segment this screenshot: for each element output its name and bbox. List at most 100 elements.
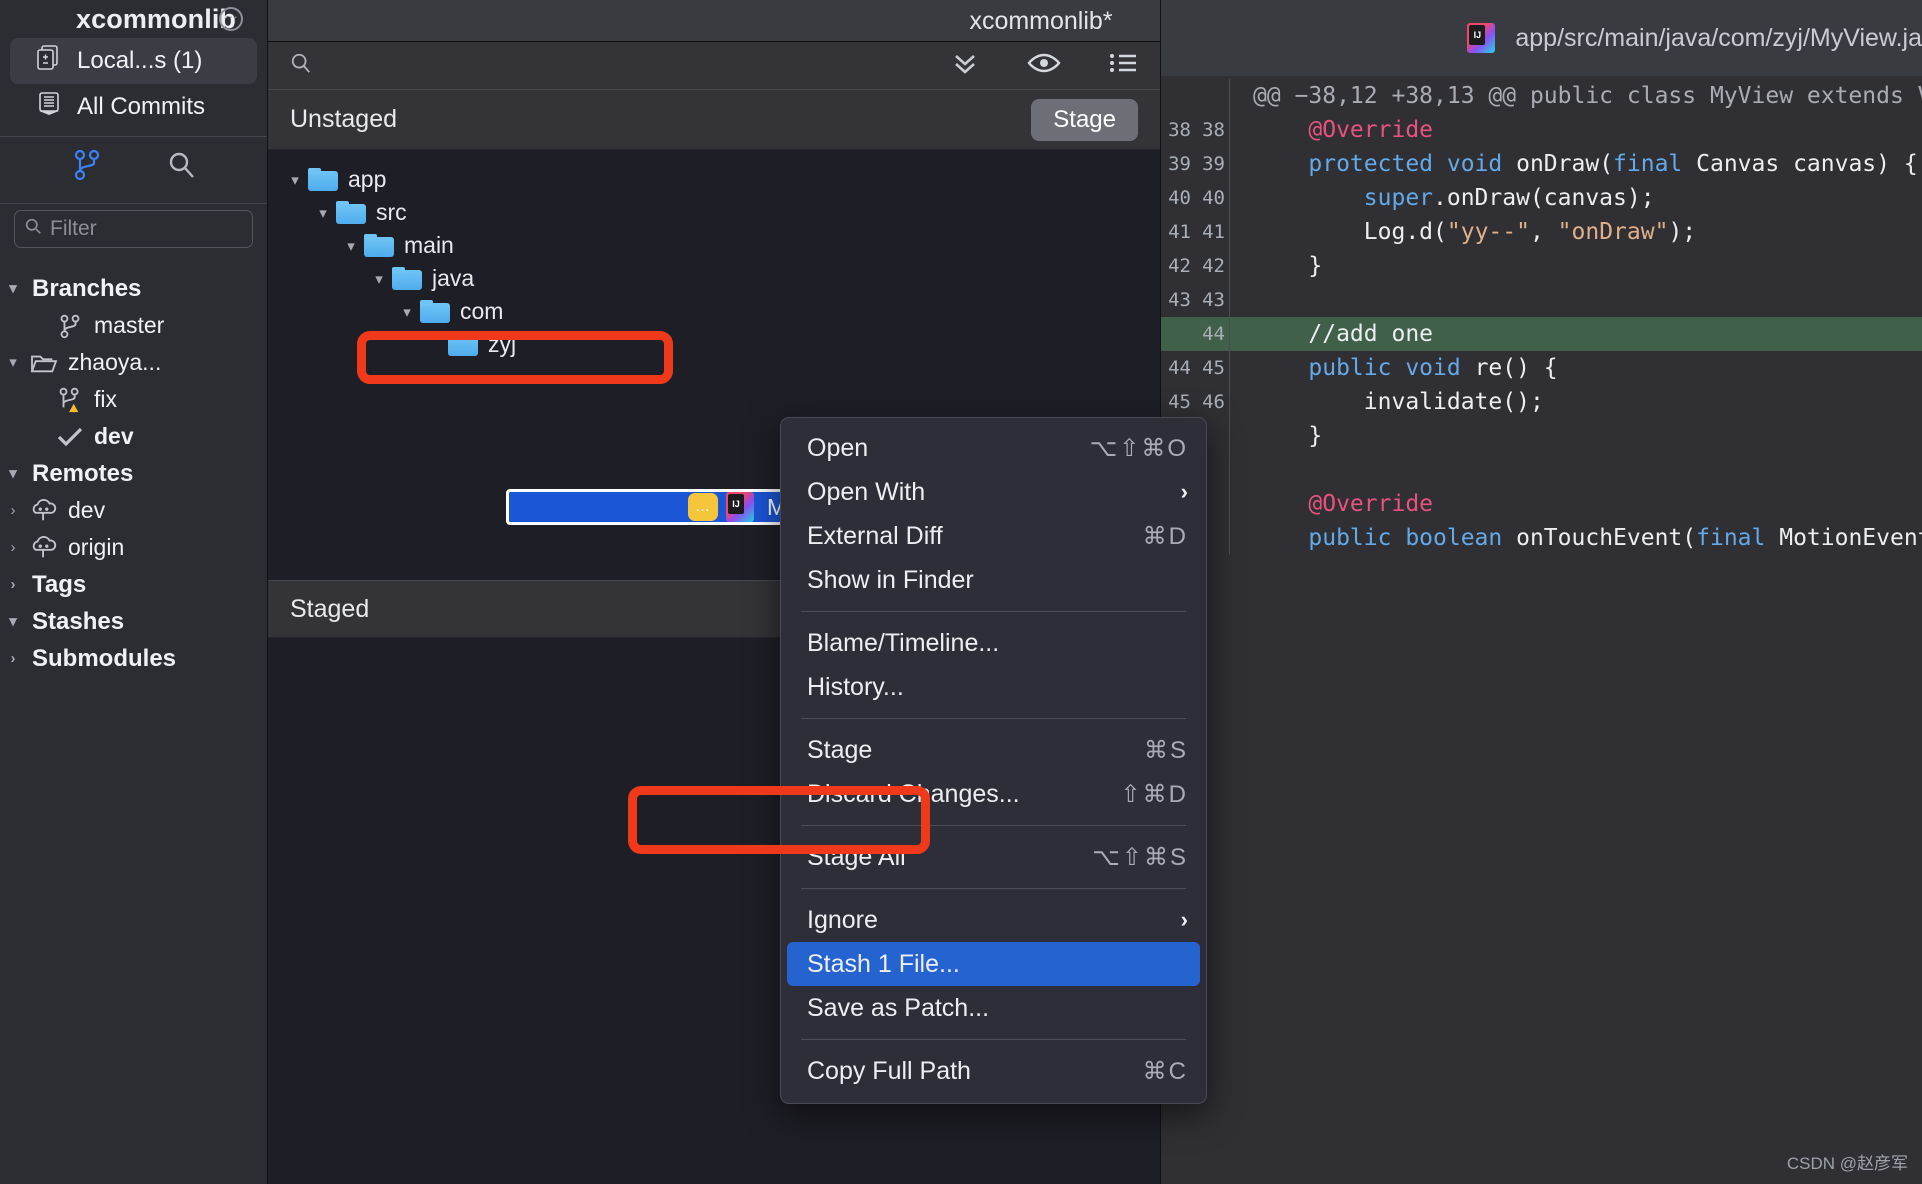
stage-button[interactable]: Stage <box>1031 98 1138 141</box>
sidebar: xcommonlib ··· Local...s (1) All Commits <box>0 0 268 1184</box>
menu-label: Open With <box>807 477 926 506</box>
tree-folder-com[interactable]: ▾ com <box>268 295 1160 328</box>
tree-group-branches[interactable]: ▾ Branches <box>0 270 267 307</box>
tree-label: Submodules <box>32 644 177 672</box>
menu-label: Stage <box>807 735 873 764</box>
folder-label: app <box>348 166 387 192</box>
menu-item-stage-all[interactable]: Stage All ⌥⇧⌘S <box>781 835 1206 879</box>
menu-item-ignore[interactable]: Ignore › <box>781 898 1206 942</box>
modified-status-badge: … <box>688 493 718 521</box>
chevron-right-icon[interactable]: › <box>0 503 26 518</box>
folder-label: zyj <box>488 331 517 357</box>
tree-item-fix[interactable]: fix <box>0 381 267 418</box>
menu-item-external-diff[interactable]: External Diff ⌘D <box>781 514 1206 558</box>
chevron-down-icon[interactable]: ▾ <box>394 303 420 321</box>
sidebar-item-local-changes[interactable]: Local...s (1) <box>10 38 257 84</box>
gutter-new: 42 <box>1202 255 1225 277</box>
chevron-right-icon[interactable]: › <box>0 577 26 592</box>
chevron-down-icon[interactable]: ▾ <box>338 237 364 255</box>
diff-line: 45 46 invalidate(); <box>1161 385 1922 419</box>
menu-item-history[interactable]: History... <box>781 665 1206 709</box>
menu-item-blame-timeline[interactable]: Blame/Timeline... <box>781 621 1206 665</box>
menu-shortcut: ⌥⇧⌘O <box>1089 434 1188 462</box>
menu-divider <box>801 825 1186 826</box>
tree-folder-java[interactable]: ▾ java <box>268 262 1160 295</box>
folder-label: main <box>404 232 454 258</box>
tree-item-master[interactable]: master <box>0 307 267 344</box>
menu-shortcut: ⌘C <box>1142 1057 1188 1085</box>
filter-container <box>0 204 267 258</box>
search-icon <box>25 217 42 241</box>
folder-icon <box>420 300 450 323</box>
menu-divider <box>801 1039 1186 1040</box>
menu-label: Discard Changes... <box>807 779 1020 808</box>
tree-item-dev[interactable]: dev <box>0 418 267 455</box>
cloud-branch-icon <box>26 535 62 561</box>
menu-item-show-in-finder[interactable]: Show in Finder <box>781 558 1206 602</box>
tree-group-tags[interactable]: › Tags <box>0 566 267 603</box>
folder-label: src <box>376 199 407 225</box>
ellipsis-icon[interactable]: ··· <box>219 7 243 31</box>
file-search-field[interactable] <box>290 52 930 79</box>
tree-label: dev <box>94 423 134 449</box>
gutter-old: 40 <box>1168 187 1191 209</box>
sidebar-item-all-commits[interactable]: All Commits <box>10 84 257 130</box>
staged-title: Staged <box>290 594 370 623</box>
tree-label: master <box>94 312 165 338</box>
tree-item-remote-origin[interactable]: › origin <box>0 529 267 566</box>
filter-input[interactable] <box>50 217 242 241</box>
tree-group-remotes[interactable]: ▾ Remotes <box>0 455 267 492</box>
tree-item-zhaoya[interactable]: ▾ zhaoya... <box>0 344 267 381</box>
menu-item-stage[interactable]: Stage ⌘S <box>781 728 1206 772</box>
chevron-down-icon[interactable]: ▾ <box>0 281 26 296</box>
gutter-new: 44 <box>1202 323 1225 345</box>
tree-label: Branches <box>32 274 142 302</box>
collapse-all-icon[interactable] <box>950 50 980 81</box>
menu-label: Open <box>807 433 869 462</box>
diff-line: 40 40 super.onDraw(canvas); <box>1161 181 1922 215</box>
menu-item-save-as-patch[interactable]: Save as Patch... <box>781 986 1206 1030</box>
center-titlebar-strip <box>268 0 1160 42</box>
eye-icon[interactable] <box>1027 51 1061 80</box>
hunk-header-text: @@ −38,12 +38,13 @@ public class MyView … <box>1253 83 1922 109</box>
menu-item-open[interactable]: Open ⌥⇧⌘O <box>781 426 1206 470</box>
code-text: @Override <box>1253 117 1434 143</box>
chevron-right-icon[interactable]: › <box>0 540 26 555</box>
branch-icon[interactable] <box>72 149 102 186</box>
menu-item-discard-changes[interactable]: Discard Changes... ⇧⌘D <box>781 772 1206 816</box>
code-text: @Override <box>1253 491 1434 517</box>
tree-group-stashes[interactable]: ▾ Stashes <box>0 603 267 640</box>
chevron-down-icon[interactable]: ▾ <box>0 614 26 629</box>
tree-folder-app[interactable]: ▾ app <box>268 163 1160 196</box>
chevron-down-icon[interactable]: ▾ <box>310 204 336 222</box>
menu-item-stash-1-file[interactable]: Stash 1 File... <box>787 942 1200 986</box>
tree-folder-zyj[interactable]: zyj <box>268 328 1160 361</box>
list-view-icon[interactable] <box>1108 51 1138 80</box>
chevron-down-icon[interactable]: ▾ <box>0 466 26 481</box>
tree-group-submodules[interactable]: › Submodules <box>0 640 267 677</box>
chevron-down-icon[interactable]: ▾ <box>0 355 26 370</box>
code-text: } <box>1253 253 1323 279</box>
filter-box[interactable] <box>14 210 253 248</box>
chevron-down-icon[interactable]: ▾ <box>366 270 392 288</box>
menu-item-copy-full-path[interactable]: Copy Full Path ⌘C <box>781 1049 1206 1093</box>
menu-label: Blame/Timeline... <box>807 628 1000 657</box>
tree-item-remote-dev[interactable]: › dev <box>0 492 267 529</box>
chevron-right-icon[interactable]: › <box>0 651 26 666</box>
diff-content[interactable]: @@ −38,12 +38,13 @@ public class MyView … <box>1161 76 1922 1184</box>
menu-label: Show in Finder <box>807 565 974 594</box>
sourcetree-window: xcommonlib ··· Local...s (1) All Commits <box>0 0 1922 1184</box>
menu-item-open-with[interactable]: Open With › <box>781 470 1206 514</box>
sidebar-item-label: All Commits <box>77 93 206 120</box>
gutter-new: 41 <box>1202 221 1225 243</box>
gutter-new: 45 <box>1202 357 1225 379</box>
tree-folder-main[interactable]: ▾ main <box>268 229 1160 262</box>
diff-line: 38 38 @Override <box>1161 113 1922 147</box>
tree-folder-src[interactable]: ▾ src <box>268 196 1160 229</box>
tree-label: Stashes <box>32 607 125 635</box>
menu-shortcut: ⌘D <box>1142 522 1188 550</box>
branch-icon <box>52 313 88 339</box>
diff-line: 41 41 Log.d("yy--", "onDraw"); <box>1161 215 1922 249</box>
search-icon[interactable] <box>166 150 196 185</box>
chevron-down-icon[interactable]: ▾ <box>282 171 308 189</box>
